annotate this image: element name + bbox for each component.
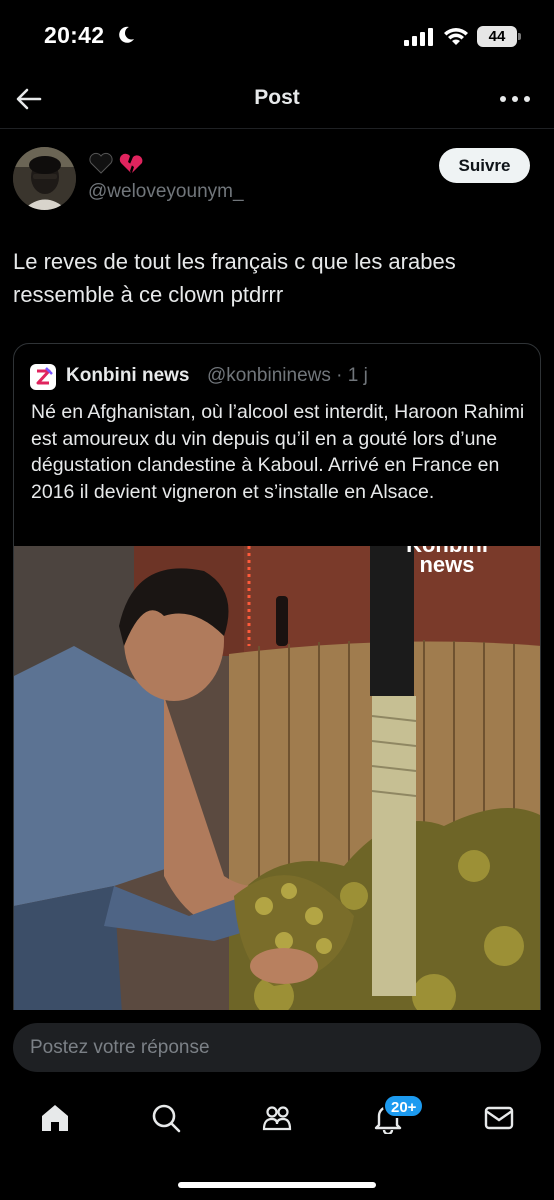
battery-indicator: 44 [477,26,521,47]
signal-icon [404,28,433,46]
reply-input[interactable]: Postez votre réponse [13,1023,541,1072]
broken-heart-icon [119,153,143,173]
home-indicator [178,1182,376,1188]
watermark-line2: news [419,552,474,577]
nav-divider [0,128,554,129]
notifications-badge: 20+ [383,1094,425,1118]
quoted-video-thumbnail[interactable]: Konbini news [14,546,540,1042]
reply-bar: Postez votre réponse [0,1010,554,1088]
communities-icon[interactable] [261,1102,293,1134]
follow-button[interactable]: Suivre [439,148,530,183]
search-icon[interactable] [150,1102,182,1134]
status-time: 20:42 [44,22,105,48]
avatar[interactable] [13,147,76,210]
quoted-post[interactable]: Konbini news @konbininews · 1 j Né en Af… [13,343,541,1043]
page-title: Post [254,86,300,109]
messages-icon[interactable] [483,1102,515,1134]
black-heart-icon [89,152,143,174]
author-handle[interactable]: @weloveyounym_ [88,181,244,203]
moon-icon [119,26,134,43]
quoted-author-meta: @konbininews · 1 j [207,365,368,386]
konbini-logo-icon [30,364,56,390]
status-bar: 20:42 44 [0,0,554,72]
quoted-author-name: Konbini news [66,365,190,386]
wifi-icon [444,28,468,45]
home-icon[interactable] [39,1102,71,1134]
quoted-text: Né en Afghanistan, où l’alcool est inter… [31,401,525,503]
more-icon[interactable] [498,86,532,112]
post-text: Le reves de tout les français c que les … [13,249,456,307]
top-nav: Post [0,72,554,126]
